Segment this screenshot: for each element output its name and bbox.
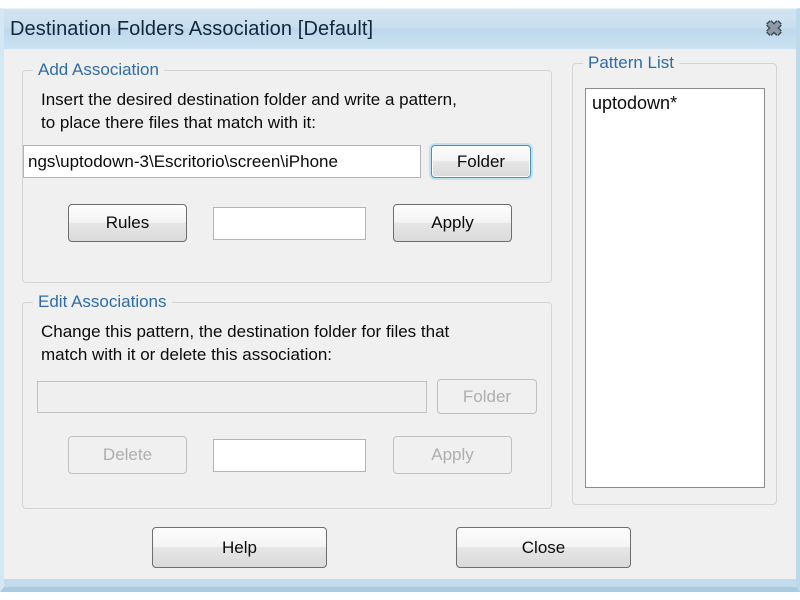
- edit-folder-path-input: [37, 381, 427, 413]
- add-folder-path-input[interactable]: [23, 145, 421, 178]
- pattern-list-legend: Pattern List: [583, 53, 679, 73]
- list-item[interactable]: uptodown*: [586, 89, 764, 114]
- add-association-legend: Add Association: [33, 60, 164, 80]
- pattern-listbox[interactable]: uptodown*: [585, 88, 765, 488]
- close-icon[interactable]: ✖: [760, 17, 788, 41]
- pattern-list-group: Pattern List uptodown*: [572, 53, 777, 505]
- close-dialog-label: Close: [521, 537, 566, 557]
- add-association-instruction-line2: to place there files that match with it:: [41, 113, 316, 132]
- dialog-client-area: Add Association Insert the desired desti…: [4, 49, 796, 579]
- help-button-label: Help: [222, 537, 257, 557]
- edit-associations-legend: Edit Associations: [33, 292, 172, 312]
- edit-apply-label: Apply: [431, 445, 474, 464]
- edit-folder-browse-button: Folder: [437, 379, 537, 414]
- add-folder-browse-button[interactable]: Folder: [431, 145, 531, 178]
- title-bar[interactable]: Destination Folders Association [Default…: [4, 9, 796, 49]
- add-apply-button[interactable]: Apply: [393, 204, 512, 242]
- rules-button-label: Rules: [105, 213, 150, 232]
- edit-associations-group: Edit Associations Change this pattern, t…: [22, 292, 552, 509]
- edit-pattern-input[interactable]: [213, 439, 366, 472]
- edit-associations-instruction-line2: match with it or delete this association…: [41, 345, 333, 364]
- edit-folder-browse-label: Folder: [462, 386, 512, 406]
- add-apply-label: Apply: [431, 213, 474, 232]
- window-title: Destination Folders Association [Default…: [10, 18, 374, 40]
- add-pattern-input[interactable]: [213, 207, 366, 240]
- rules-button[interactable]: Rules: [68, 204, 187, 242]
- add-association-instruction-line1: Insert the desired destination folder an…: [41, 90, 457, 109]
- add-association-group: Add Association Insert the desired desti…: [22, 60, 552, 283]
- close-dialog-button[interactable]: Close: [456, 527, 631, 568]
- close-glyph: ✖: [766, 18, 782, 40]
- edit-associations-instruction-line1: Change this pattern, the destination fol…: [41, 322, 450, 341]
- delete-button-label: Delete: [102, 445, 153, 464]
- edit-apply-button: Apply: [393, 436, 512, 474]
- delete-association-button: Delete: [68, 436, 187, 474]
- add-folder-browse-label: Folder: [456, 151, 506, 171]
- help-button[interactable]: Help: [152, 527, 327, 568]
